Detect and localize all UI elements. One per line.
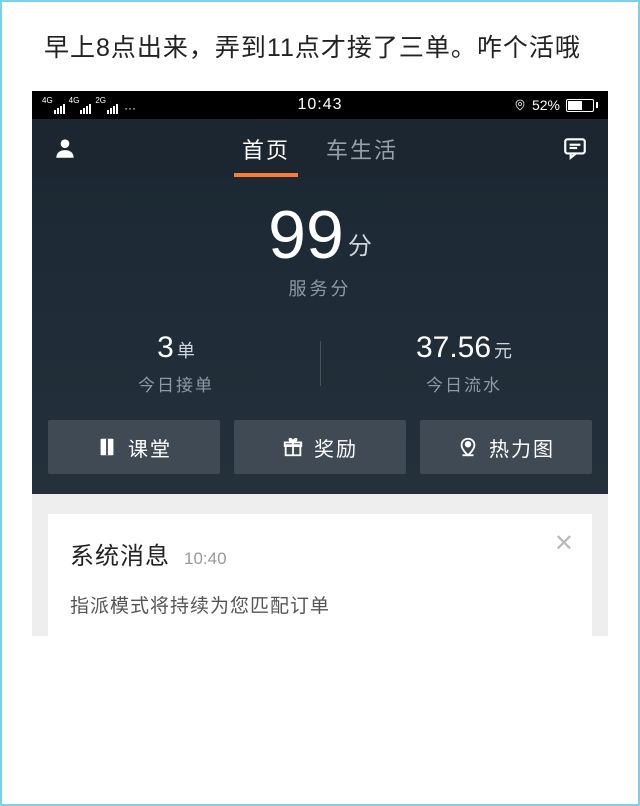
battery-icon: [566, 99, 598, 112]
reward-button[interactable]: 奖励: [234, 420, 406, 474]
revenue-unit: 元: [494, 341, 512, 361]
messages-icon[interactable]: [562, 135, 588, 161]
message-time: 10:40: [184, 549, 227, 569]
classroom-button[interactable]: 课堂: [48, 420, 220, 474]
status-time: 10:43: [32, 96, 608, 114]
score-unit: 分: [348, 233, 372, 260]
score-value: 99: [268, 201, 344, 269]
close-icon[interactable]: ✕: [554, 532, 574, 556]
tab-carlife-label: 车生活: [326, 138, 398, 163]
heatmap-label: 热力图: [489, 433, 555, 462]
orders-unit: 单: [177, 341, 195, 361]
gift-icon: [282, 436, 304, 458]
caption-text: 早上8点出来，弄到11点才接了三单。咋个活哦: [44, 34, 581, 62]
message-area: 系统消息 10:40 ✕ 指派模式将持续为您匹配订单: [32, 494, 608, 636]
classroom-label: 课堂: [128, 433, 172, 462]
status-bar: 4G 4G 2G ··· 10:43 52%: [32, 91, 608, 119]
revenue-value: 37.56: [416, 331, 491, 364]
post-caption: 早上8点出来，弄到11点才接了三单。咋个活哦: [2, 2, 638, 91]
stat-revenue[interactable]: 37.56元 今日流水: [320, 331, 608, 396]
message-body: 指派模式将持续为您匹配订单: [70, 591, 570, 618]
heatmap-button[interactable]: 热力图: [420, 420, 592, 474]
book-icon: [96, 436, 118, 458]
profile-icon[interactable]: [52, 135, 78, 161]
action-row: 课堂 奖励 热力图: [32, 396, 608, 474]
score-label: 服务分: [32, 275, 608, 301]
service-score[interactable]: 99分 服务分: [32, 201, 608, 301]
reward-label: 奖励: [314, 433, 358, 462]
orders-label: 今日接单: [32, 371, 320, 396]
stats-divider: [320, 341, 321, 386]
revenue-label: 今日流水: [320, 371, 608, 396]
top-nav: 首页 车生活: [32, 119, 608, 177]
tab-home-label: 首页: [242, 138, 290, 163]
stats-row: 3单 今日接单 37.56元 今日流水: [32, 331, 608, 396]
message-title: 系统消息: [70, 536, 170, 571]
screenshot-frame: 4G 4G 2G ··· 10:43 52%: [32, 91, 608, 636]
tab-carlife[interactable]: 车生活: [322, 119, 402, 177]
tab-home[interactable]: 首页: [238, 119, 294, 177]
stat-orders[interactable]: 3单 今日接单: [32, 331, 320, 396]
system-message-card[interactable]: 系统消息 10:40 ✕ 指派模式将持续为您匹配订单: [48, 514, 592, 636]
dashboard-panel: 99分 服务分 3单 今日接单 37.56元 今日流水: [32, 177, 608, 494]
map-pin-icon: [457, 436, 479, 458]
orders-value: 3: [157, 331, 174, 364]
